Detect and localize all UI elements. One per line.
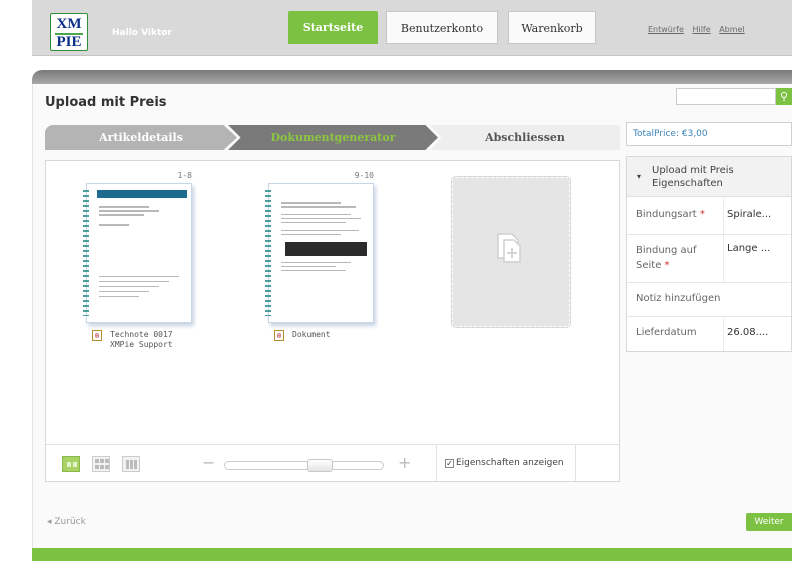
link-help[interactable]: Hilfe [692,25,710,34]
total-price: TotalPrice: €3,00 [626,122,792,146]
footer-accent-bar [32,548,792,561]
view-toolbar: − + ✓ Eigenschaften anzeigen [46,444,619,481]
step-artikeldetails[interactable]: Artikeldetails [45,125,237,150]
zoom-slider[interactable] [224,459,384,472]
spiral-binding [83,190,89,316]
xmpie-logo[interactable]: XM PIE [50,13,88,51]
link-drafts[interactable]: Entwürfe [648,25,684,34]
step-dokumentgenerator[interactable]: Dokumentgenerator [228,125,438,150]
link-logout[interactable]: Abmel [719,25,745,34]
step-abschliessen[interactable]: Abschliessen [430,125,620,150]
show-properties-checkbox[interactable]: ✓ [445,459,454,468]
zoom-out-button[interactable]: − [202,453,215,472]
spiral-binding [265,190,271,316]
document-caption: ▤ Dokument [274,330,331,341]
search-input[interactable] [676,88,776,105]
properties-header[interactable]: ▾ Upload mit Preis Eigenschaften [627,157,791,197]
top-links: Entwürfe Hilfe Abmel [648,25,751,34]
document-caption: ▤ Technote 0017 XMPie Support [92,330,173,350]
property-row-bindung-auf-seite[interactable]: Bindung auf Seite * Lange ... [627,235,791,283]
collapse-caret-icon: ▾ [637,172,642,181]
page-range: 9-10 [354,171,374,180]
screenshot-block [285,242,367,256]
pdf-icon: ▤ [274,330,284,341]
search-button[interactable]: ⚲ [776,88,792,105]
property-row-notiz[interactable]: Notiz hinzufügen [627,283,791,317]
document-area: 1-8 ▤ Technote 0017 XMPie Support 9-10 ▤… [45,160,620,482]
properties-panel: ▾ Upload mit Preis Eigenschaften Bindung… [626,156,792,352]
page-title: Upload mit Preis [45,95,167,110]
next-button[interactable]: Weiter [746,513,792,531]
property-row-bindungsart[interactable]: Bindungsart * Spirale... [627,197,791,235]
property-row-lieferdatum[interactable]: Lieferdatum 26.08.... [627,317,791,351]
nav-cart[interactable]: Warenkorb [508,11,596,44]
add-document-icon [497,233,521,263]
show-properties-toggle[interactable]: ✓ Eigenschaften anzeigen [436,445,576,481]
page-preview [83,183,192,323]
back-link[interactable]: ◂ Zurück [47,517,86,527]
pdf-icon: ▤ [92,330,102,341]
zoom-in-button[interactable]: + [398,453,411,472]
zoom-slider-handle[interactable] [307,459,333,472]
nav-account[interactable]: Benutzerkonto [386,11,498,44]
view-large-button[interactable] [62,456,80,472]
nav-home[interactable]: Startseite [288,11,378,44]
logo-text-bottom: PIE [55,33,83,50]
view-list-button[interactable] [122,456,140,472]
page-range: 1-8 [177,171,192,180]
greeting-text: Hallo Viktor [112,28,172,38]
search-icon: ⚲ [779,90,789,103]
view-grid-button[interactable] [92,456,110,472]
add-document-dropzone[interactable] [451,176,571,328]
page-preview [265,183,374,323]
doc-header-bar [97,190,187,198]
show-properties-label: Eigenschaften anzeigen [456,458,564,468]
logo-text-top: XM [56,16,82,32]
